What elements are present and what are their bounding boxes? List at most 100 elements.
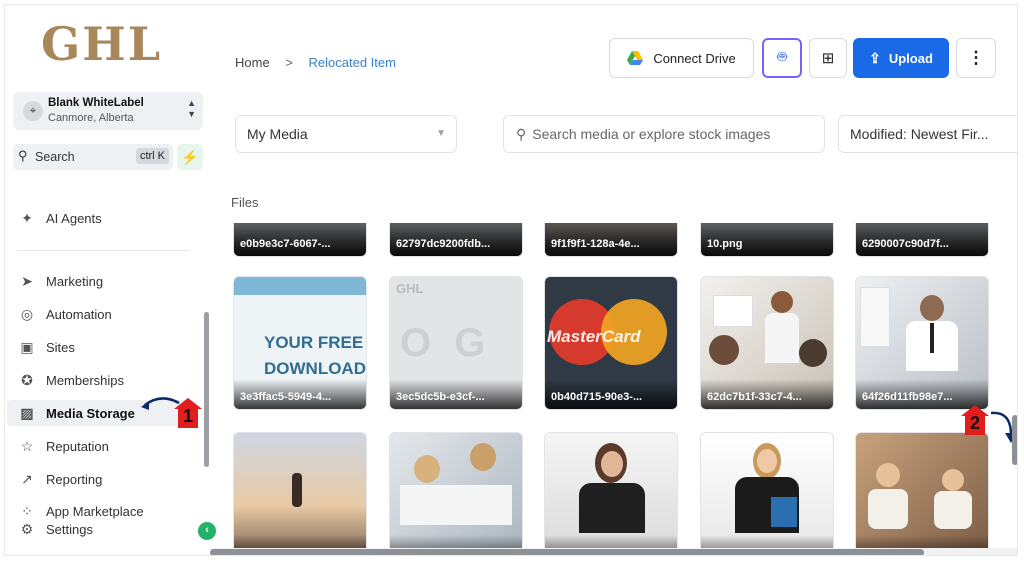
media-tile[interactable]: 62dc7b1f-33c7-4... xyxy=(700,276,834,410)
breadcrumb-current[interactable]: Relocated Item xyxy=(309,55,396,70)
whiteboard xyxy=(713,295,753,327)
person-head xyxy=(709,335,739,365)
media-tile-name: 0b40d715-90e3-... xyxy=(545,379,677,409)
google-drive-icon xyxy=(627,51,644,65)
upload-label: Upload xyxy=(888,50,933,66)
automation-icon: ◎ xyxy=(20,305,34,322)
media-tile[interactable]: YOUR FREE DOWNLOAD 3e3ffac5-5949-4... xyxy=(233,276,367,410)
sidebar-divider xyxy=(17,250,189,251)
sort-select[interactable]: Modified: Newest Fir... xyxy=(838,115,1017,153)
media-tile-name: 3ec5dc5b-e3cf-... xyxy=(390,379,522,409)
award-icon: ✪ xyxy=(21,371,33,388)
sidebar-search-label: Search xyxy=(35,150,75,164)
sidebar-item-automation[interactable]: ◎ Automation xyxy=(17,301,202,327)
media-thumbnail-banner xyxy=(234,277,366,295)
media-search-placeholder: Search media or explore stock images xyxy=(532,126,771,142)
sparkle-icon: ✦ xyxy=(21,209,33,226)
desk-paper xyxy=(400,485,512,525)
tie xyxy=(930,323,934,353)
media-tile[interactable]: colleague-prepar... xyxy=(389,432,523,551)
annotation-number: 1 xyxy=(182,406,193,426)
sort-value: Modified: Newest Fir... xyxy=(850,126,989,142)
media-tile[interactable]: man-running-aga... xyxy=(233,432,367,551)
ai-assistant-bot-icon[interactable]: 🤖︎ xyxy=(762,38,802,78)
new-folder-icon[interactable]: ⊞ xyxy=(809,38,847,78)
media-tile[interactable]: 62797dc9200fdb... xyxy=(389,223,523,257)
media-search-input[interactable]: ⚲ Search media or explore stock images xyxy=(503,115,825,153)
account-location: Canmore, Alberta xyxy=(48,112,134,124)
media-tile-name: 62797dc9200fdb... xyxy=(390,226,522,256)
connect-drive-button[interactable]: Connect Drive xyxy=(609,38,754,78)
more-options-icon[interactable]: ⋮ xyxy=(956,38,996,78)
upload-button[interactable]: ⇪ Upload xyxy=(853,38,949,78)
media-tile[interactable]: 6290007c90d7f... xyxy=(855,223,989,257)
sidebar-item-label: AI Agents xyxy=(46,210,102,226)
person-head xyxy=(942,469,964,491)
person-head xyxy=(771,291,793,313)
shelf xyxy=(860,287,890,347)
media-grid: e0b9e3c7-6067-... 62797dc9200fdb... 9f1f… xyxy=(211,223,1017,551)
media-tile[interactable]: 9f1f9f1-128a-4e... xyxy=(544,223,678,257)
breadcrumb-home[interactable]: Home xyxy=(235,55,270,70)
media-tile[interactable]: mother-daughter... xyxy=(855,432,989,551)
thumbnail-watermark: O G xyxy=(400,321,492,365)
sidebar-item-ai-agents[interactable]: ✦ AI Agents xyxy=(17,205,202,231)
person-body xyxy=(934,491,972,529)
search-icon: ⚲ xyxy=(18,148,28,163)
breadcrumb-separator: > xyxy=(285,55,293,70)
account-switcher[interactable]: ⌖ Blank WhiteLabel Canmore, Alberta ▲ ▼ xyxy=(13,92,203,130)
quick-actions-bolt-icon[interactable]: ⚡ xyxy=(177,144,203,170)
media-tile-name: e0b9e3c7-6067-... xyxy=(234,226,366,256)
thumbnail-text: MasterCard xyxy=(547,327,641,346)
annotation-marker-1: 1 xyxy=(174,398,202,428)
chevron-down-icon: ▼ xyxy=(436,128,446,139)
media-tile[interactable]: 64f26d11fb98e7... xyxy=(855,276,989,410)
annotation-number: 2 xyxy=(969,413,980,433)
person-body xyxy=(868,489,908,529)
media-tile[interactable]: e0b9e3c7-6067-... xyxy=(233,223,367,257)
media-tile[interactable]: 10.png xyxy=(700,223,834,257)
thumbnail-text: GHL xyxy=(396,281,424,296)
breadcrumb: Home > Relocated Item xyxy=(235,55,396,70)
runner-silhouette xyxy=(292,473,302,507)
sidebar-item-sites[interactable]: ▣ Sites xyxy=(17,334,202,360)
thumbnail-text: YOUR FREE xyxy=(264,333,364,352)
grid-vertical-scrollbar[interactable] xyxy=(1012,415,1017,465)
media-tile[interactable]: 64f26d11fb98e71... xyxy=(700,432,834,551)
brand-logo[interactable]: GHL xyxy=(41,17,162,71)
account-name: Blank WhiteLabel xyxy=(48,97,144,109)
media-source-select[interactable]: My Media ▼ xyxy=(235,115,457,153)
person-head xyxy=(876,463,900,487)
media-source-value: My Media xyxy=(247,126,308,142)
sidebar-item-settings[interactable]: ⚙ Settings xyxy=(17,516,202,542)
sidebar-item-label: Automation xyxy=(46,306,112,322)
media-tile[interactable]: 64f26d11fb98e7... xyxy=(544,432,678,551)
sidebar-search[interactable]: ⚲ Search ctrl K xyxy=(13,144,173,170)
sidebar-item-reputation[interactable]: ☆ Reputation xyxy=(17,433,202,459)
send-icon: ➤ xyxy=(21,272,33,289)
clipboard xyxy=(771,497,797,527)
annotation-marker-2: 2 xyxy=(961,405,989,435)
search-icon: ⚲ xyxy=(516,125,527,142)
media-tile-name: 3e3ffac5-5949-4... xyxy=(234,379,366,409)
sidebar-scrollbar[interactable] xyxy=(204,312,209,467)
sidebar-item-label: Memberships xyxy=(46,372,125,388)
sidebar-item-marketing[interactable]: ➤ Marketing xyxy=(17,268,202,294)
person-head xyxy=(920,295,944,321)
person-head xyxy=(601,451,623,477)
person-head xyxy=(414,455,440,483)
image-icon: ▨ xyxy=(20,404,34,421)
media-tile[interactable]: MasterCard 0b40d715-90e3-... xyxy=(544,276,678,410)
sidebar: GHL ⌖ Blank WhiteLabel Canmore, Alberta … xyxy=(5,5,211,555)
person-body xyxy=(579,483,645,533)
person-body xyxy=(765,313,799,363)
chevron-updown-icon: ▲ ▼ xyxy=(187,98,196,119)
sidebar-item-memberships[interactable]: ✪ Memberships xyxy=(17,367,202,393)
media-tile[interactable]: GHL O G 3ec5dc5b-e3cf-... xyxy=(389,276,523,410)
sites-icon: ▣ xyxy=(20,338,34,355)
app-window: GHL ⌖ Blank WhiteLabel Canmore, Alberta … xyxy=(4,4,1018,556)
person-head xyxy=(799,339,827,367)
media-tile-name: 62dc7b1f-33c7-4... xyxy=(701,379,833,409)
sidebar-item-reporting[interactable]: ↗ Reporting xyxy=(17,466,202,492)
grid-horizontal-scrollbar[interactable] xyxy=(210,549,924,555)
